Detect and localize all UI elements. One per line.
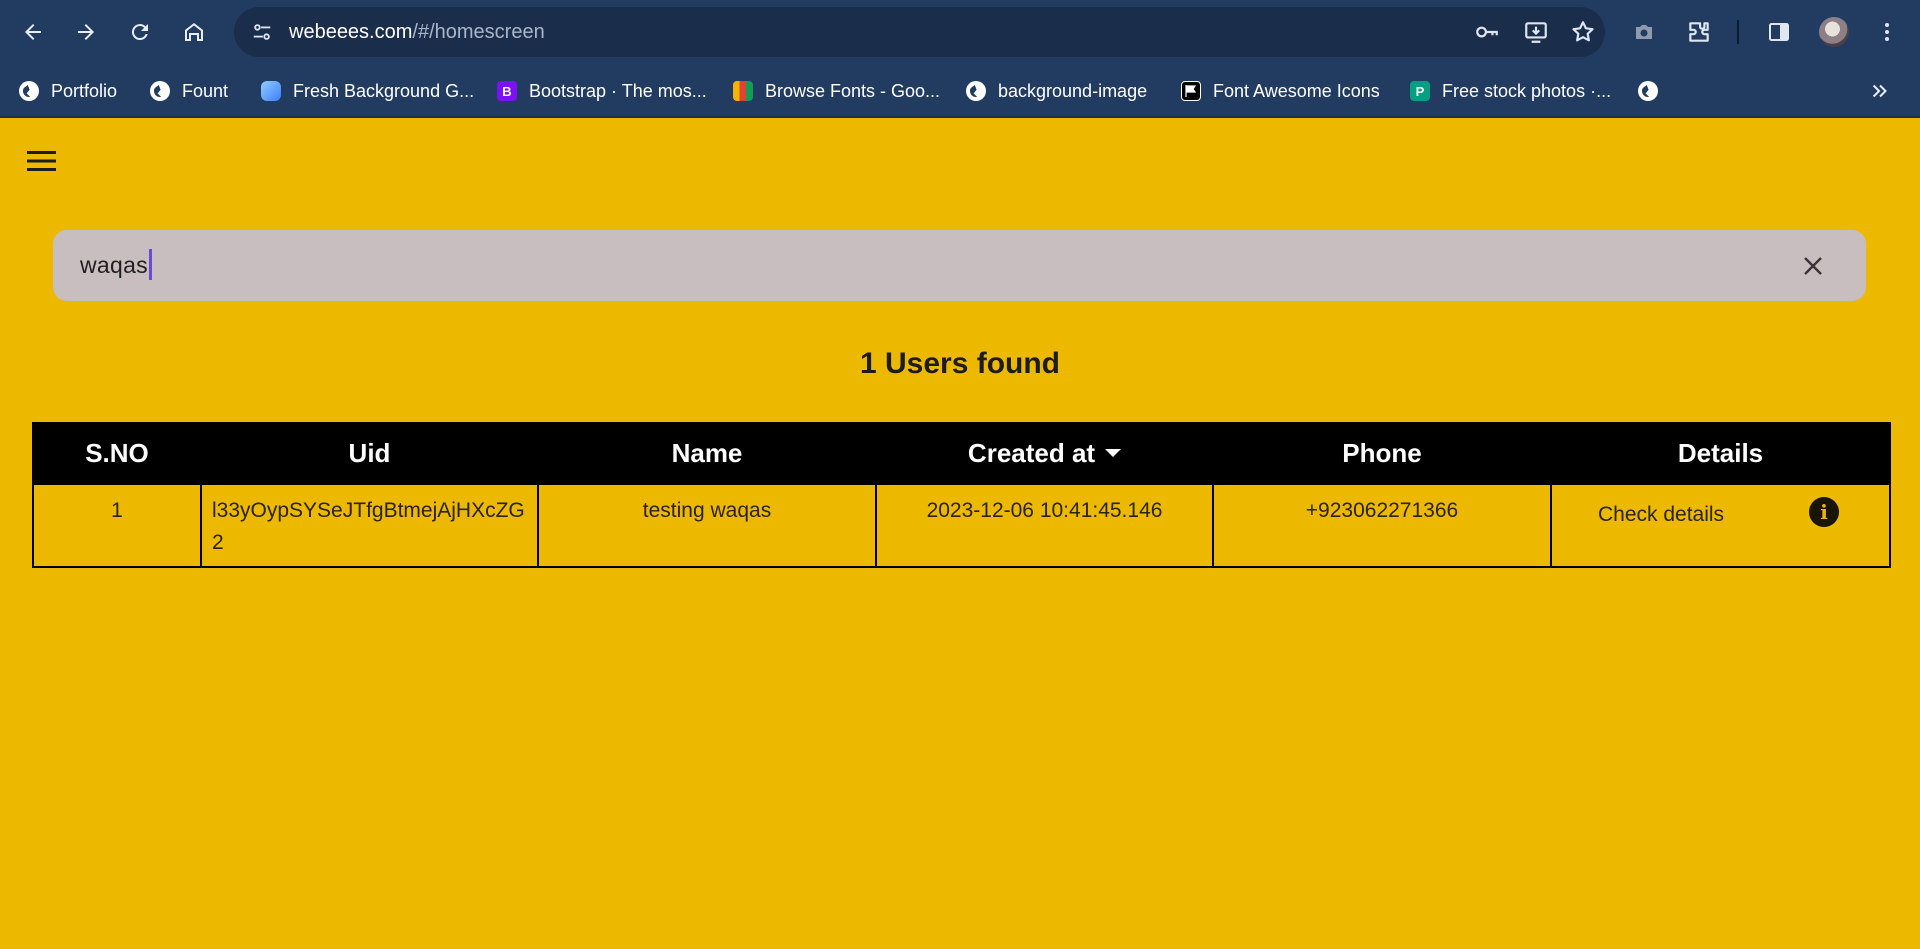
bookmark-untitled[interactable] <box>1638 76 1670 106</box>
bookmark-font-awesome[interactable]: Font Awesome Icons <box>1181 76 1380 106</box>
bookmark-star-icon[interactable] <box>1567 16 1599 48</box>
cell-uid: l33yOypSYSeJTfgBtmejAjHXcZG2 <box>200 483 539 568</box>
column-header-name: Name <box>537 422 877 485</box>
toolbar-divider <box>1737 20 1739 44</box>
camera-icon[interactable] <box>1624 12 1664 52</box>
column-header-created-at[interactable]: Created at <box>875 422 1214 485</box>
bookmark-fount[interactable]: Fount <box>150 76 228 106</box>
side-panel-icon[interactable] <box>1759 12 1799 52</box>
profile-avatar[interactable] <box>1819 17 1849 47</box>
cell-created-at: 2023-12-06 10:41:45.146 <box>875 483 1214 568</box>
column-header-phone: Phone <box>1212 422 1552 485</box>
check-details-link[interactable]: Check details <box>1598 499 1724 531</box>
bookmark-background-image[interactable]: background-image <box>966 76 1147 106</box>
table-row: 1 l33yOypSYSeJTfgBtmejAjHXcZG2 testing w… <box>32 483 1891 568</box>
site-info-icon[interactable] <box>246 16 278 48</box>
column-header-uid: Uid <box>200 422 539 485</box>
bookmark-portfolio[interactable]: Portfolio <box>19 76 117 106</box>
globe-icon <box>966 81 986 101</box>
bookmarks-overflow-icon[interactable] <box>1860 74 1900 108</box>
cell-sno: 1 <box>32 483 202 568</box>
google-fonts-icon <box>733 81 753 101</box>
bookmark-label: Fount <box>182 80 229 101</box>
url-host: webeees.com <box>289 21 413 43</box>
column-header-label: Created at <box>967 438 1096 468</box>
bookmark-google-fonts[interactable]: Browse Fonts - Goo... <box>733 76 940 106</box>
cell-name: testing waqas <box>537 483 877 568</box>
address-bar[interactable]: webeees.com/#/homescreen <box>234 7 1605 57</box>
back-icon[interactable] <box>13 12 53 52</box>
home-icon[interactable] <box>174 12 214 52</box>
text-cursor <box>148 249 152 281</box>
bookmark-label: Browse Fonts - Goo... <box>765 80 941 101</box>
cell-value: 1 <box>111 499 123 522</box>
bookmark-bootstrap[interactable]: B Bootstrap · The mos... <box>497 76 707 106</box>
column-header-details: Details <box>1550 422 1891 485</box>
globe-icon <box>19 81 39 101</box>
pexels-icon: P <box>1410 81 1430 101</box>
search-input[interactable]: waqas <box>80 230 152 301</box>
details-container: Check details i <box>1552 485 1889 566</box>
search-value: waqas <box>80 252 148 278</box>
column-header-sno: S.NO <box>32 422 202 485</box>
results-count: 1 Users found <box>859 347 1061 380</box>
globe-icon <box>150 81 170 101</box>
bookmark-label: Font Awesome Icons <box>1213 80 1380 101</box>
extensions-icon[interactable] <box>1679 12 1719 52</box>
url-path: /#/homescreen <box>412 21 545 43</box>
cell-phone: +923062271366 <box>1212 483 1552 568</box>
bookmark-label: background-image <box>998 80 1148 101</box>
globe-icon <box>1638 81 1658 101</box>
font-awesome-icon <box>1181 81 1201 101</box>
password-key-icon[interactable] <box>1471 16 1503 48</box>
browser-toolbar: webeees.com/#/homescreen <box>0 0 1920 64</box>
reload-icon[interactable] <box>120 12 160 52</box>
bootstrap-icon: B <box>497 81 517 101</box>
hamburger-menu-icon[interactable] <box>22 145 62 177</box>
search-bar: waqas <box>53 230 1866 301</box>
sort-descending-icon[interactable] <box>1105 449 1122 458</box>
users-table: S.NO Uid Name Created at Phone Details 1… <box>32 422 1891 568</box>
info-icon[interactable]: i <box>1809 497 1839 527</box>
bookmark-fresh-background[interactable]: Fresh Background G... <box>261 76 474 106</box>
bookmark-label: Bootstrap · The mos... <box>529 80 707 101</box>
cell-details: Check details i <box>1550 483 1891 568</box>
bookmark-label: Free stock photos ·... <box>1442 80 1612 101</box>
fresh-background-icon <box>261 81 281 101</box>
bookmark-label: Fresh Background G... <box>293 80 475 101</box>
more-menu-icon[interactable] <box>1867 12 1907 52</box>
clear-search-icon[interactable] <box>1794 247 1832 285</box>
cell-value: l33yOypSYSeJTfgBtmejAjHXcZG2 <box>212 499 525 554</box>
table-header-row: S.NO Uid Name Created at Phone Details <box>32 422 1891 485</box>
bookmark-label: Portfolio <box>51 80 118 101</box>
bookmarks-bar: Portfolio Fount Fresh Background G... B … <box>0 64 1920 118</box>
url-text: webeees.com/#/homescreen <box>289 7 545 57</box>
cell-value: +923062271366 <box>1305 499 1459 522</box>
bookmark-pexels[interactable]: P Free stock photos ·... <box>1410 76 1611 106</box>
forward-icon[interactable] <box>66 12 106 52</box>
cell-value: testing waqas <box>642 499 772 522</box>
cell-value: 2023-12-06 10:41:45.146 <box>926 499 1163 522</box>
install-app-icon[interactable] <box>1520 16 1552 48</box>
